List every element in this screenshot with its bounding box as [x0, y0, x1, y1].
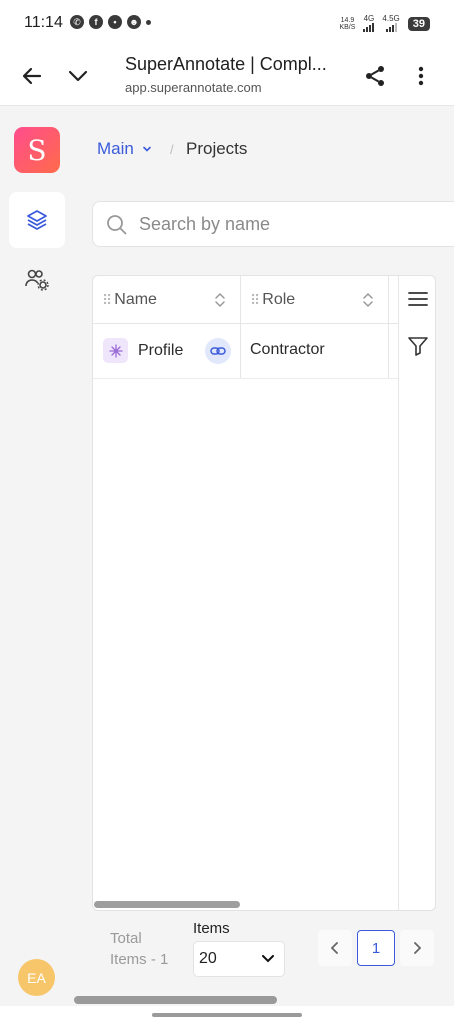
- back-button[interactable]: [16, 60, 48, 92]
- signal-1: 4G: [363, 14, 375, 32]
- breadcrumb-separator: /: [170, 142, 174, 157]
- breadcrumb-current: Projects: [186, 139, 248, 158]
- search-input[interactable]: [139, 210, 439, 238]
- sort-icon[interactable]: [362, 291, 374, 309]
- items-per-page-select[interactable]: 20: [193, 941, 285, 977]
- arrow-left-icon: [22, 67, 42, 85]
- project-name: Profile: [138, 341, 184, 359]
- facebook-icon: f: [89, 15, 103, 29]
- logo-letter: S: [27, 133, 47, 167]
- drag-handle-icon[interactable]: ⠿: [102, 292, 112, 309]
- breadcrumb-main[interactable]: Main: [97, 139, 152, 159]
- sparkle-icon: [108, 343, 123, 358]
- link-icon: [210, 347, 226, 355]
- cell-project-name[interactable]: Profile: [103, 338, 183, 363]
- total-items: Total Items - 1: [110, 928, 168, 970]
- signal-bars-icon: [363, 23, 375, 32]
- gesture-nav-handle[interactable]: [152, 1013, 302, 1017]
- previous-page-button[interactable]: [318, 930, 352, 966]
- table-row[interactable]: Profile Contractor: [93, 324, 398, 379]
- page-number-button[interactable]: 1: [357, 930, 395, 966]
- items-per-page-label: Items: [193, 920, 230, 937]
- table-side-tools: [398, 276, 435, 910]
- collapse-button[interactable]: [62, 60, 94, 92]
- cell-role: Contractor: [250, 341, 325, 358]
- layers-icon: [27, 210, 47, 230]
- column-role-label: Role: [262, 291, 296, 308]
- search-box[interactable]: [92, 201, 454, 247]
- chevron-right-icon: [414, 942, 421, 954]
- page-title: SuperAnnotate | Compl...: [125, 54, 327, 74]
- total-line-1: Total: [110, 930, 142, 947]
- sort-icon[interactable]: [214, 291, 226, 309]
- whatsapp-icon: ✆: [70, 15, 84, 29]
- search-icon: [107, 215, 127, 235]
- next-page-button[interactable]: [400, 930, 434, 966]
- page-url[interactable]: app.superannotate.com: [125, 80, 262, 95]
- browser-toolbar: SuperAnnotate | Compl... app.superannota…: [0, 46, 454, 106]
- chevron-down-icon: [143, 146, 151, 152]
- columns-menu-button[interactable]: [405, 286, 431, 312]
- signal-2: 4.5G: [382, 14, 400, 32]
- column-name-label: Name: [114, 291, 157, 308]
- more-options-button[interactable]: [405, 60, 437, 92]
- kebab-menu-icon: [418, 66, 424, 86]
- chevron-down-icon: [68, 70, 88, 82]
- project-type-icon: [103, 338, 128, 363]
- page-horizontal-scrollbar[interactable]: [74, 996, 277, 1004]
- share-icon: [366, 66, 384, 86]
- battery-indicator: 39: [407, 16, 430, 31]
- chevron-down-icon: [262, 955, 274, 963]
- more-notifications-icon: [146, 19, 151, 25]
- column-header-name[interactable]: ⠿ Name: [102, 276, 240, 324]
- table-header: ⠿ Name ⠿ Role: [93, 276, 398, 324]
- signal-bars-icon: [385, 23, 397, 32]
- drag-handle-icon[interactable]: ⠿: [250, 292, 260, 309]
- avatar[interactable]: EA: [18, 959, 55, 996]
- status-bar: 11:14 ✆ f • ☻ 14.9 KB/S 4G 4.5G 39: [0, 0, 454, 46]
- hamburger-menu-icon: [408, 292, 428, 306]
- link-button[interactable]: [205, 338, 231, 364]
- system-icons: 14.9 KB/S 4G 4.5G 39: [339, 15, 430, 32]
- network-speed: 14.9 KB/S: [339, 17, 355, 31]
- notification-icons: ✆ f • ☻: [70, 15, 151, 29]
- speed-unit: KB/S: [339, 23, 356, 31]
- signal-1-label: 4G: [363, 14, 375, 23]
- app-logo[interactable]: S: [14, 127, 60, 173]
- items-per-page-value: 20: [199, 950, 217, 967]
- sidebar-item-team-settings[interactable]: [9, 252, 65, 308]
- column-header-role[interactable]: ⠿ Role: [250, 276, 398, 324]
- snapchat-icon: ☻: [127, 15, 141, 29]
- table-horizontal-scrollbar[interactable]: [94, 901, 240, 908]
- total-line-2: Items - 1: [110, 951, 169, 968]
- breadcrumb-main-label: Main: [97, 139, 134, 158]
- filter-button[interactable]: [405, 333, 431, 359]
- messenger-icon: •: [108, 15, 122, 29]
- signal-2-label: 4.5G: [382, 14, 400, 23]
- projects-table: ⠿ Name ⠿ Role Profile Contractor: [92, 275, 436, 911]
- filter-icon: [408, 337, 428, 356]
- chevron-left-icon: [331, 942, 338, 954]
- sidebar-item-projects[interactable]: [9, 192, 65, 248]
- share-button[interactable]: [359, 60, 391, 92]
- speed-value: 14.9: [340, 16, 355, 24]
- team-settings-icon: [25, 269, 49, 291]
- status-time: 11:14: [24, 14, 63, 31]
